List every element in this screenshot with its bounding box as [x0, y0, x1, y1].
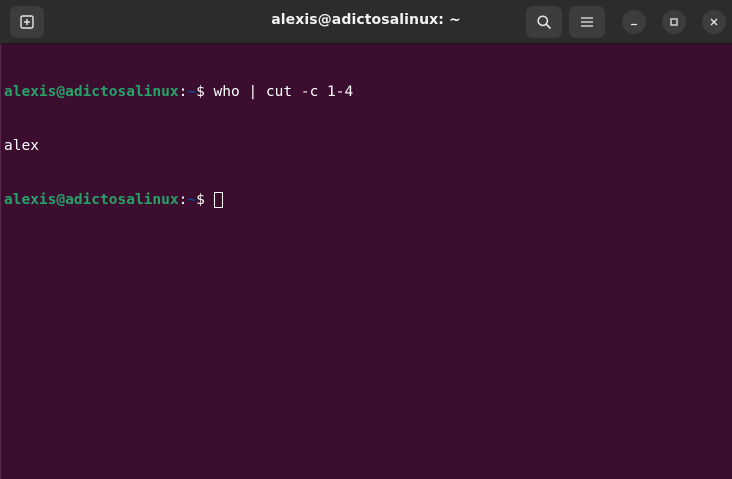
maximize-button[interactable]: [662, 10, 686, 34]
close-icon: [710, 18, 718, 26]
terminal-window: alexis@adictosalinux: ~ alexis@adictosal…: [0, 0, 732, 479]
maximize-icon: [670, 18, 678, 26]
search-icon: [537, 15, 551, 29]
minimize-icon: [631, 23, 637, 26]
terminal-line-output: alex: [4, 137, 732, 155]
minimize-button[interactable]: [622, 10, 646, 34]
prompt-user-host: alexis@adictosalinux: [4, 84, 179, 100]
title-bar[interactable]: alexis@adictosalinux: ~: [0, 0, 732, 44]
terminal-line-command: alexis@adictosalinux:~$ who | cut -c 1-4: [4, 83, 732, 101]
terminal-output-area[interactable]: alexis@adictosalinux:~$ who | cut -c 1-4…: [4, 47, 732, 479]
menu-button[interactable]: [569, 6, 605, 38]
window-border: [0, 44, 1, 479]
search-button[interactable]: [526, 6, 562, 38]
prompt-dollar: $: [196, 192, 214, 208]
close-button[interactable]: [702, 10, 726, 34]
prompt-user-host: alexis@adictosalinux: [4, 192, 179, 208]
prompt-dollar: $: [196, 84, 214, 100]
prompt-path: ~: [187, 192, 197, 208]
command-text: who | cut -c 1-4: [213, 84, 354, 100]
text-cursor: [213, 192, 223, 208]
command-output: alex: [4, 138, 39, 154]
prompt-path: ~: [187, 84, 197, 100]
terminal-line-prompt: alexis@adictosalinux:~$: [4, 191, 732, 209]
hamburger-menu-icon: [581, 17, 593, 27]
